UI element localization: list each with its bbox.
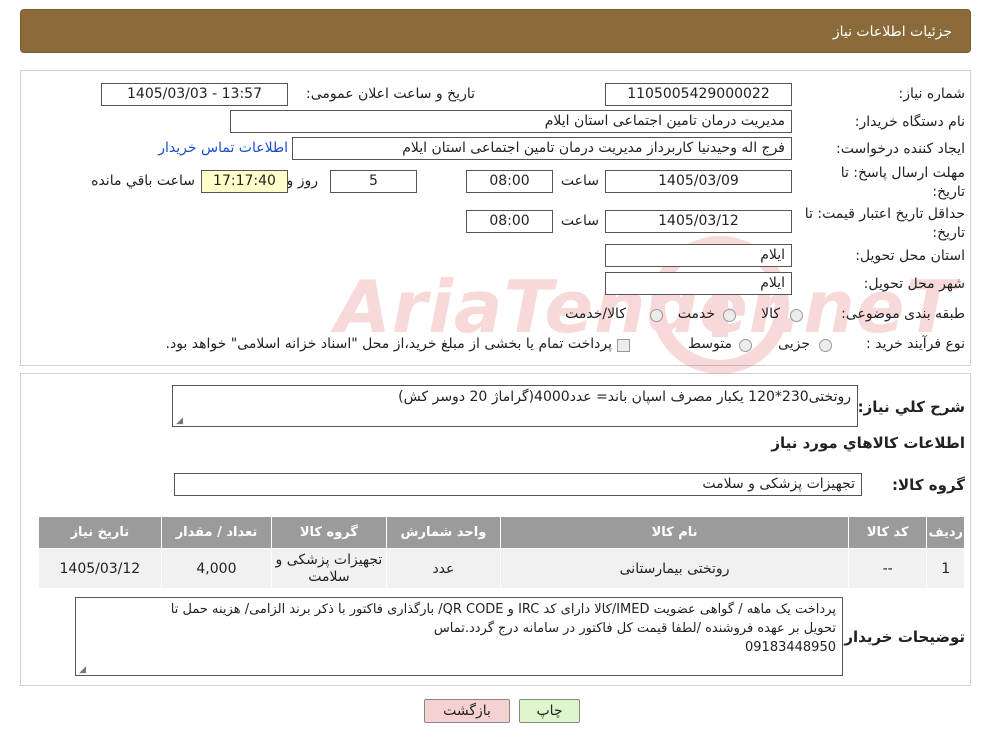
cell-row: 1 [926, 548, 965, 589]
process-medium-radio[interactable] [739, 339, 752, 352]
buyer-org-field: مدیریت درمان تامین اجتماعی استان ایلام [230, 110, 792, 133]
process-minor-label: جزیی [778, 336, 810, 352]
category-service-label: خدمت [677, 306, 715, 322]
resize-grip-icon[interactable]: ◢ [78, 666, 86, 675]
category-service-radio[interactable] [723, 309, 736, 322]
col-date: تاریخ نیاز [38, 516, 162, 549]
cell-unit: عدد [385, 548, 502, 589]
goods-group-field: تجهیزات پزشکی و سلامت [174, 473, 862, 496]
page-title: جزئیات اطلاعات نیاز [832, 24, 952, 40]
deadline-label: مهلت ارسال پاسخ: تا [840, 165, 965, 181]
back-button[interactable]: بازگشت [424, 699, 510, 723]
deadline-time-label: ساعت [560, 173, 599, 189]
items-table: ردیف کد کالا نام کالا واحد شمارش گروه کا… [38, 516, 965, 589]
buyer-notes-label: توضیحات خریدار: [838, 628, 965, 646]
page-header: جزئیات اطلاعات نیاز [20, 9, 971, 53]
col-group: گروه کالا [271, 516, 387, 549]
goods-group-label: گروه کالا: [892, 476, 965, 494]
process-medium-label: متوسط [688, 336, 732, 352]
category-goods-radio[interactable] [790, 309, 803, 322]
city-field: ایلام [605, 272, 792, 295]
process-type-label: نوع فرآیند خرید : [866, 336, 965, 352]
table-row: 1 -- روتختی بیمارستانی عدد تجهیزات پزشکی… [38, 548, 965, 589]
col-qty: تعداد / مقدار [160, 516, 273, 549]
cell-name: روتختی بیمارستانی [500, 548, 849, 589]
validity-date-field: 1405/03/12 [605, 210, 792, 233]
cell-group: تجهیزات پزشکی و سلامت [271, 548, 387, 589]
cell-code: -- [847, 548, 928, 589]
need-number-label: شماره نیاز: [898, 86, 966, 102]
treasury-note: پرداخت تمام یا بخشی از مبلغ خرید،از محل … [165, 336, 612, 352]
remaining-time-field: 17:17:40 [201, 170, 288, 193]
summary-label: شرح کلي نياز: [857, 398, 965, 416]
days-label: روز و [286, 173, 319, 189]
creator-field: فرج اله وحیدنیا کاربرداز مدیریت درمان تا… [292, 137, 792, 160]
col-row: ردیف [926, 516, 965, 549]
validity-label: حداقل تاریخ اعتبار قیمت: تا [804, 206, 965, 222]
buyer-notes-line-1: پرداخت یک ماهه / گواهی عضویت IMED/کالا د… [170, 602, 836, 617]
table-header-row: ردیف کد کالا نام کالا واحد شمارش گروه کا… [38, 516, 965, 549]
creator-label: ایجاد کننده درخواست: [836, 141, 965, 157]
deadline-time-field: 08:00 [466, 170, 553, 193]
cell-qty: 4,000 [160, 548, 273, 589]
buyer-notes-line-3: 09183448950 [745, 640, 836, 655]
print-button[interactable]: چاپ [519, 699, 580, 723]
category-goods-service-radio[interactable] [650, 309, 663, 322]
province-field: ایلام [605, 244, 792, 267]
validity-time-field: 08:00 [466, 210, 553, 233]
category-goods-label: کالا [761, 306, 780, 322]
days-remaining-field: 5 [330, 170, 417, 193]
cell-date: 1405/03/12 [38, 548, 162, 589]
validity-time-label: ساعت [560, 213, 599, 229]
process-minor-radio[interactable] [819, 339, 832, 352]
items-heading: اطلاعات کالاهاي مورد نياز [771, 434, 965, 452]
buyer-contact-link[interactable]: اطلاعات تماس خریدار [158, 140, 288, 156]
buyer-notes-textarea[interactable]: پرداخت یک ماهه / گواهی عضویت IMED/کالا د… [75, 597, 843, 676]
validity-label-2: تاریخ: [932, 225, 965, 241]
deadline-label-2: تاریخ: [932, 184, 965, 200]
announce-date-label: تاریخ و ساعت اعلان عمومی: [306, 86, 475, 102]
need-number-field: 1105005429000022 [605, 83, 792, 106]
buyer-notes-line-2: تحویل بر عهده فروشنده /لطفا قیمت کل فاکت… [433, 621, 836, 636]
treasury-checkbox[interactable] [617, 339, 630, 352]
category-label: طبقه بندی موضوعی: [841, 306, 965, 322]
category-goods-service-label: کالا/خدمت [565, 306, 626, 322]
summary-textarea[interactable]: روتختی230*120 یکبار مصرف اسپان باند= عدد… [172, 385, 858, 427]
remaining-time-label: ساعت باقي مانده [91, 173, 195, 189]
city-label: شهر محل تحویل: [863, 276, 965, 292]
deadline-date-field: 1405/03/09 [605, 170, 792, 193]
col-code: کد کالا [847, 516, 928, 549]
col-name: نام کالا [500, 516, 849, 549]
buyer-org-label: نام دستگاه خریدار: [854, 114, 965, 130]
announce-date-field: 1405/03/03 - 13:57 [101, 83, 288, 106]
province-label: استان محل تحویل: [855, 248, 965, 264]
col-unit: واحد شمارش [385, 516, 502, 549]
resize-grip-icon[interactable]: ◢ [175, 417, 183, 426]
